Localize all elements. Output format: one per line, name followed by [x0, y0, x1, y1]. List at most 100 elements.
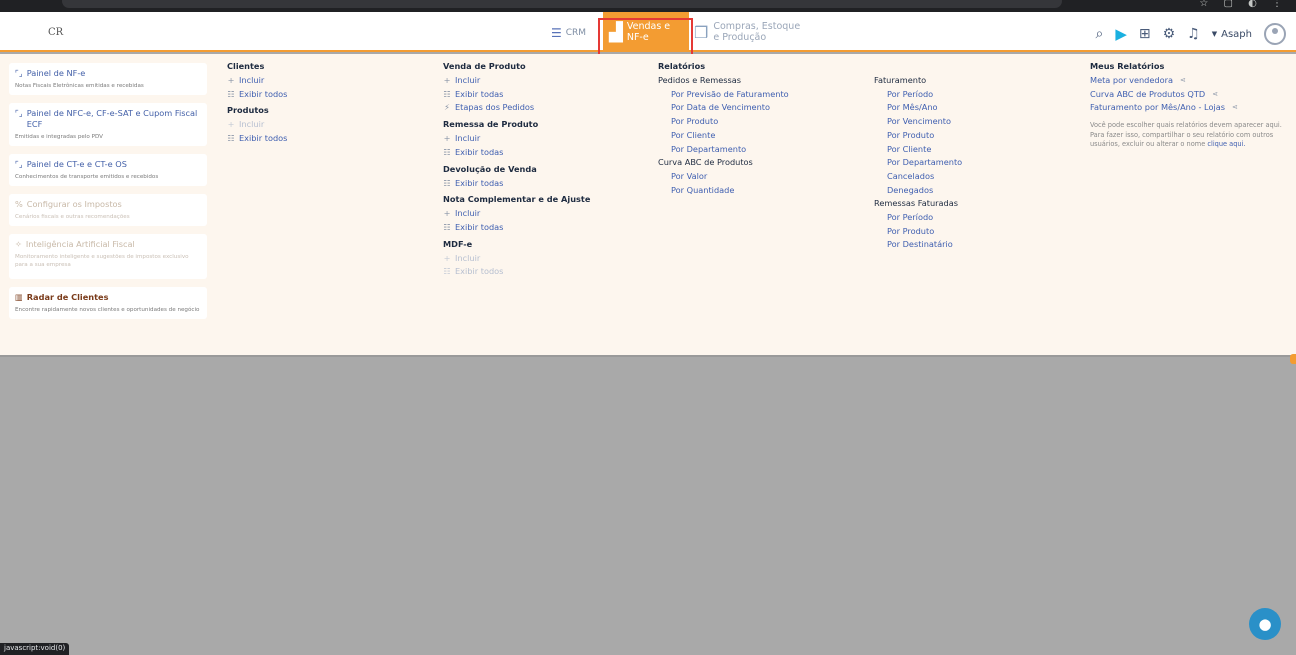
chat-icon: ●: [1258, 615, 1272, 633]
user-menu[interactable]: ▼ Asaph: [1212, 29, 1252, 40]
nav-compras-label: Compras, Estoque e Produção: [713, 21, 801, 43]
share-icon[interactable]: ⋖: [1232, 101, 1238, 115]
report-link[interactable]: Cancelados: [874, 170, 962, 184]
list-icon: ☷: [443, 146, 451, 157]
venda-incluir[interactable]: + Incluir: [443, 74, 590, 88]
clientes-incluir[interactable]: + Incluir: [227, 74, 287, 88]
address-bar[interactable]: [62, 0, 1062, 8]
remessa-exibir[interactable]: ☷ Exibir todas: [443, 146, 590, 160]
edge-tab[interactable]: [1290, 354, 1296, 364]
remessas-group: Remessas Faturadas: [874, 198, 959, 209]
devolucao-heading: Devolução de Venda: [443, 163, 537, 174]
note-text: Você pode escolher quais relatórios deve…: [1090, 121, 1282, 130]
mega-menu-panel: ⌜⌟ Painel de NF-e Notas Fiscais Eletrônic…: [0, 54, 1296, 357]
relatorios-heading: Relatórios: [658, 61, 706, 71]
card-painel-nfce[interactable]: ⌜⌟ Painel de NFC-e, CF-e-SAT e Cupom Fisc…: [9, 103, 207, 146]
browser-icons: ☆ ▢ ◐ ⋮: [1199, 0, 1288, 9]
report-link[interactable]: Por Valor: [658, 170, 789, 184]
list-icon: ☷: [227, 133, 235, 144]
report-link[interactable]: Denegados: [874, 184, 962, 198]
logo[interactable]: CR: [48, 27, 63, 38]
report-link[interactable]: Por Período: [874, 88, 962, 102]
funnel-icon: ☰: [551, 26, 562, 40]
clique-aqui-link[interactable]: clique aqui.: [1207, 140, 1245, 148]
list-icon: ☷: [443, 266, 451, 277]
mdfe-incluir[interactable]: + Incluir: [443, 252, 590, 266]
plus-icon: +: [227, 119, 235, 130]
report-link[interactable]: Por Quantidade: [658, 184, 789, 198]
share-icon[interactable]: ⋖: [1212, 88, 1218, 102]
shortcut-cards: ⌜⌟ Painel de NF-e Notas Fiscais Eletrônic…: [9, 63, 207, 327]
col-clientes: Clientes + Incluir ☷ Exibir todos Produtos…: [227, 61, 287, 146]
remessa-incluir[interactable]: + Incluir: [443, 132, 590, 146]
status-bar-url: javascript:void(0): [0, 643, 70, 655]
report-link[interactable]: Por Produto: [874, 225, 962, 239]
card-desc: Notas Fiscais Eletrônicas emitidas e rec…: [15, 83, 144, 89]
card-title: Configurar os Impostos: [26, 199, 122, 209]
card-title: Radar de Clientes: [26, 292, 109, 302]
card-desc: Cenários fiscais e outras recomendações: [15, 214, 130, 220]
plus-icon: +: [443, 133, 451, 144]
card-radar-clientes[interactable]: ▥ Radar de Clientes Encontre rapidamente …: [9, 287, 207, 319]
curva-group: Curva ABC de Produtos: [658, 157, 753, 168]
list-icon: ☷: [227, 88, 235, 99]
app-header: CR ☰ CRM ▟ Vendas e NF-e ❒ Compras, Esto…: [0, 12, 1296, 73]
mdfe-exibir[interactable]: ☷ Exibir todos: [443, 265, 590, 279]
card-ia-fiscal[interactable]: ✧ Inteligência Artificial Fiscal Monitora…: [9, 234, 207, 279]
header-actions: ⌕ ▶ ⊞ ⚙ ♫ ▼ Asaph: [1095, 23, 1286, 45]
col-faturamento: Faturamento Por Período Por Mês/Ano Por …: [874, 74, 962, 252]
percent-icon: %: [15, 199, 23, 209]
venda-etapas[interactable]: ⚡ Etapas dos Pedidos: [443, 101, 590, 115]
nav-crm-label: CRM: [565, 28, 587, 38]
share-icon[interactable]: ⋖: [1180, 74, 1186, 88]
card-painel-nfe[interactable]: ⌜⌟ Painel de NF-e Notas Fiscais Eletrônic…: [9, 63, 207, 95]
search-icon[interactable]: ⌕: [1095, 26, 1103, 42]
bell-icon[interactable]: ♫: [1187, 26, 1200, 42]
my-report-link[interactable]: Faturamento por Mês/Ano - Lojas ⋖: [1090, 101, 1290, 115]
chat-button[interactable]: ●: [1249, 608, 1281, 640]
card-configurar-impostos[interactable]: % Configurar os Impostos Cenários fiscais…: [9, 194, 207, 226]
card-title: Painel de CT-e e CT-e OS: [26, 159, 127, 169]
avatar[interactable]: [1264, 23, 1286, 45]
caret-down-icon: ▼: [1211, 30, 1218, 38]
my-report-link[interactable]: Meta por vendedora ⋖: [1090, 74, 1290, 88]
map-icon: ▥: [15, 292, 23, 302]
apps-icon[interactable]: ⊞: [1139, 26, 1151, 42]
nota-incluir[interactable]: + Incluir: [443, 207, 590, 221]
report-link[interactable]: Por Produto: [658, 115, 789, 129]
report-link[interactable]: Por Vencimento: [874, 115, 962, 129]
produtos-exibir[interactable]: ☷ Exibir todos: [227, 132, 287, 146]
report-link[interactable]: Por Período: [874, 211, 962, 225]
frame-icon: ⌜⌟: [15, 108, 23, 118]
produtos-incluir[interactable]: + Incluir: [227, 118, 287, 132]
brain-icon: ✧: [15, 239, 22, 249]
plus-icon: +: [443, 75, 451, 85]
card-title: Painel de NF-e: [26, 68, 86, 78]
report-link[interactable]: Por Cliente: [658, 129, 789, 143]
nav-crm[interactable]: ☰ CRM: [551, 26, 586, 40]
clientes-exibir[interactable]: ☷ Exibir todos: [227, 88, 287, 102]
col-relatorios: Relatórios Pedidos e Remessas Por Previs…: [658, 61, 789, 197]
report-link[interactable]: Por Data de Vencimento: [658, 101, 789, 115]
report-link[interactable]: Por Mês/Ano: [874, 101, 962, 115]
report-link[interactable]: Por Departamento: [658, 143, 789, 157]
gear-icon[interactable]: ⚙: [1163, 26, 1176, 42]
nav-compras-estoque[interactable]: ❒ Compras, Estoque e Produção: [694, 21, 800, 43]
card-painel-cte[interactable]: ⌜⌟ Painel de CT-e e CT-e OS Conhecimentos…: [9, 154, 207, 186]
report-link[interactable]: Por Cliente: [874, 143, 962, 157]
clientes-heading: Clientes: [227, 61, 265, 71]
report-link[interactable]: Por Produto: [874, 129, 962, 143]
report-link[interactable]: Por Destinatário: [874, 238, 962, 252]
venda-exibir[interactable]: ☷ Exibir todas: [443, 88, 590, 102]
plus-icon: +: [227, 75, 235, 85]
play-icon[interactable]: ▶: [1115, 25, 1127, 43]
note-text: Para fazer isso, compartilhar o seu rela…: [1090, 130, 1274, 148]
venda-heading: Venda de Produto: [443, 61, 526, 71]
report-link[interactable]: Por Departamento: [874, 156, 962, 170]
produtos-heading: Produtos: [227, 105, 269, 116]
report-link[interactable]: Por Previsão de Faturamento: [658, 88, 789, 102]
devolucao-exibir[interactable]: ☷ Exibir todas: [443, 177, 590, 191]
my-report-link[interactable]: Curva ABC de Produtos QTD ⋖: [1090, 88, 1290, 102]
frame-icon: ⌜⌟: [15, 159, 23, 169]
nota-exibir[interactable]: ☷ Exibir todas: [443, 221, 590, 235]
